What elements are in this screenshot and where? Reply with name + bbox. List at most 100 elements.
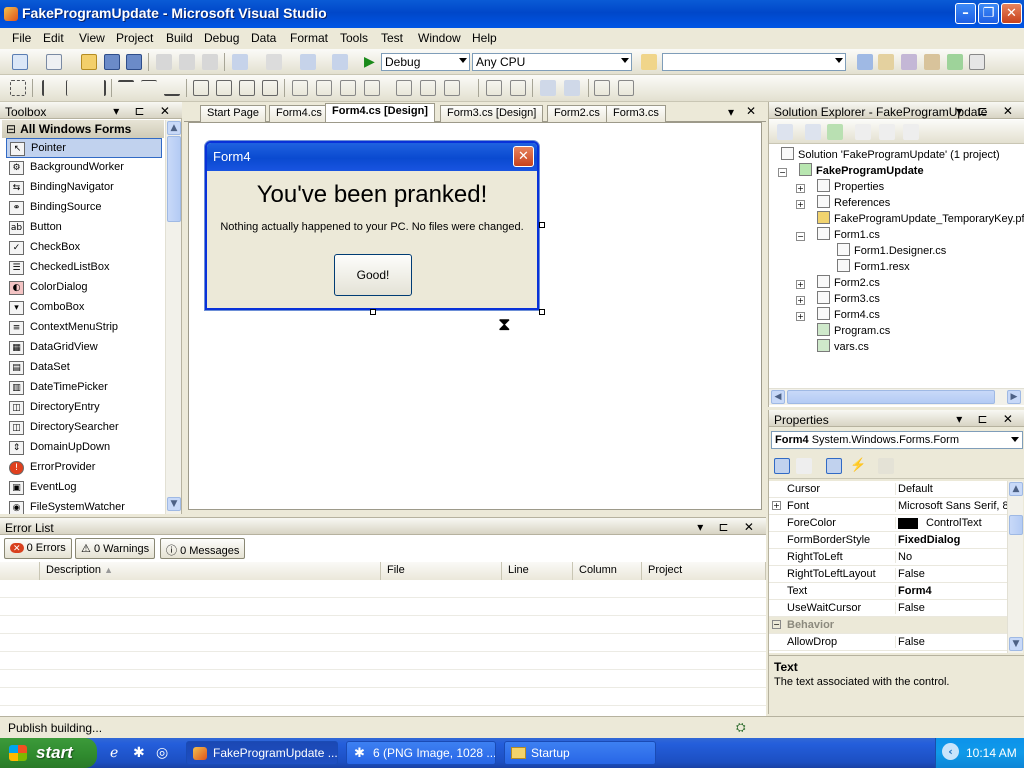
menu-format[interactable]: Format (290, 31, 328, 45)
toolbox-category[interactable]: ⊟ All Windows Forms (2, 120, 164, 138)
form-headline-label[interactable]: You've been pranked! (207, 181, 537, 209)
project-node[interactable]: FakeProgramUpdate (799, 163, 924, 177)
resize-handle-bottom[interactable] (370, 309, 376, 315)
toolbox-item[interactable]: ab Button (6, 218, 162, 238)
object-selector-combo[interactable]: Form4 System.Windows.Forms.Form (771, 431, 1023, 449)
toolbox-icon[interactable] (924, 54, 940, 70)
toolbox-item[interactable]: ⚙ BackgroundWorker (6, 158, 162, 178)
scroll-right-icon[interactable]: ▶ (1007, 390, 1021, 404)
quicklaunch-media-icon[interactable]: ◎ (156, 744, 168, 761)
scroll-thumb[interactable] (1009, 515, 1023, 535)
toolbox-scrollbar[interactable]: ▲ ▼ (165, 120, 181, 514)
minimize-button[interactable]: – (955, 3, 976, 24)
make-same-height-icon[interactable] (216, 80, 232, 96)
expand-icon[interactable]: + (772, 501, 781, 510)
lock-controls-icon[interactable] (618, 80, 634, 96)
expand-icon[interactable]: + (796, 312, 805, 321)
add-item-icon[interactable] (46, 54, 62, 70)
navigate-backward-icon[interactable] (300, 54, 316, 70)
show-all-files-icon[interactable] (805, 124, 821, 140)
solution-explorer-hscrollbar[interactable]: ◀ ▶ (769, 388, 1024, 405)
form-good-button[interactable]: Good! (334, 254, 412, 296)
save-all-icon[interactable] (126, 54, 142, 70)
taskbar-item-visual-studio[interactable]: FakeProgramUpdate ... (186, 741, 338, 765)
tab-form2-code[interactable]: Form2.cs (547, 105, 607, 122)
internet-explorer-icon[interactable]: ℯ (110, 744, 118, 761)
find-in-files-icon[interactable] (641, 54, 657, 70)
expand-icon[interactable]: + (796, 280, 805, 289)
column-header-project[interactable]: Project (642, 562, 766, 580)
close-button[interactable]: ✕ (1001, 3, 1022, 24)
column-header-column[interactable]: Column (573, 562, 642, 580)
menu-help[interactable]: Help (472, 31, 497, 45)
dropdown-arrow-icon[interactable] (1011, 437, 1019, 442)
events-lightning-icon[interactable]: ⚡ (850, 457, 866, 473)
toolbox-item[interactable]: ⇕ DomainUpDown (6, 438, 162, 458)
taskbar-item-image-viewer[interactable]: ✱ 6 (PNG Image, 1028 ... (346, 741, 496, 765)
collapse-icon[interactable]: − (772, 620, 781, 629)
scroll-down-icon[interactable]: ▼ (1009, 637, 1023, 651)
tree-item-properties[interactable]: Properties (817, 179, 884, 193)
scroll-down-icon[interactable]: ▼ (167, 497, 181, 511)
column-header-line[interactable]: Line (502, 562, 573, 580)
undo-icon[interactable] (232, 54, 248, 70)
toolbox-item[interactable]: ◉ FileSystemWatcher (6, 498, 162, 514)
property-row[interactable]: +FontMicrosoft Sans Serif, 8.25pt (769, 498, 1007, 515)
redo-icon[interactable] (266, 54, 282, 70)
categorized-icon[interactable] (774, 458, 790, 474)
align-middles-icon[interactable] (141, 80, 157, 96)
view-class-diagram-icon[interactable] (903, 124, 919, 140)
warnings-filter-button[interactable]: ⚠ 0 Warnings (75, 538, 156, 559)
solution-explorer-window-buttons[interactable]: ▾ ⊏ ✕ (956, 104, 1019, 118)
close-document-icon[interactable]: ✕ (746, 104, 756, 118)
toolbox-item[interactable]: ⚭ BindingSource (6, 198, 162, 218)
tab-form3-design[interactable]: Form3.cs [Design] (440, 105, 544, 122)
tree-item-form2[interactable]: Form2.cs (817, 275, 880, 289)
send-to-back-icon[interactable] (564, 80, 580, 96)
open-file-icon[interactable] (81, 54, 97, 70)
menu-build[interactable]: Build (166, 31, 193, 45)
tree-item-form1-designer[interactable]: Form1.Designer.cs (837, 243, 946, 257)
resize-handle-right[interactable] (539, 222, 545, 228)
property-row[interactable]: Text Form4 (769, 583, 1007, 600)
tree-item-form1-resx[interactable]: Form1.resx (837, 259, 910, 273)
refresh-icon[interactable] (827, 124, 843, 140)
alphabetical-icon[interactable] (796, 458, 812, 474)
menu-debug[interactable]: Debug (204, 31, 239, 45)
start-page-icon[interactable] (947, 54, 963, 70)
tree-item-form1[interactable]: Form1.cs (817, 227, 880, 241)
center-horizontally-icon[interactable] (486, 80, 502, 96)
column-header-icon[interactable] (0, 562, 40, 580)
tree-item-program[interactable]: Program.cs (817, 323, 890, 337)
form-message-label[interactable]: Nothing actually happened to your PC. No… (207, 221, 537, 233)
collapse-icon[interactable]: − (796, 232, 805, 241)
menu-window[interactable]: Window (418, 31, 461, 45)
property-row[interactable]: UseWaitCursor False (769, 600, 1007, 617)
toolbox-item[interactable]: ▥ DateTimePicker (6, 378, 162, 398)
make-same-width-icon[interactable] (193, 80, 209, 96)
increase-horizontal-spacing-icon[interactable] (316, 80, 332, 96)
toolbox-item[interactable]: ▤ DataSet (6, 358, 162, 378)
toolbox-item[interactable]: ◫ DirectoryEntry (6, 398, 162, 418)
toolbox-item[interactable]: ▣ EventLog (6, 478, 162, 498)
align-centers-icon[interactable] (66, 80, 82, 96)
start-button[interactable]: start (0, 738, 97, 768)
save-icon[interactable] (104, 54, 120, 70)
tray-chevron-icon[interactable]: ‹ (942, 743, 959, 760)
cut-icon[interactable] (156, 54, 172, 70)
property-row[interactable]: RightToLeftLayout False (769, 566, 1007, 583)
new-project-icon[interactable] (12, 54, 28, 70)
menu-data[interactable]: Data (251, 31, 276, 45)
tree-item-key-file[interactable]: FakeProgramUpdate_TemporaryKey.pfx (817, 211, 1024, 225)
toolbox-item[interactable]: ▦ DataGridView (6, 338, 162, 358)
copy-icon[interactable] (179, 54, 195, 70)
start-debugging-icon[interactable]: ▶ (364, 53, 375, 70)
property-row[interactable]: ForeColor ControlText (769, 515, 1007, 532)
align-to-grid-icon[interactable] (10, 80, 26, 96)
messages-filter-button[interactable]: ⓘ 0 Messages (160, 538, 246, 559)
scroll-thumb[interactable] (167, 136, 181, 222)
toolbox-item[interactable]: ↖ Pointer (6, 138, 162, 158)
property-row[interactable]: RightToLeft No (769, 549, 1007, 566)
maximize-button[interactable]: ❐ (978, 3, 999, 24)
properties-view-icon[interactable] (826, 458, 842, 474)
